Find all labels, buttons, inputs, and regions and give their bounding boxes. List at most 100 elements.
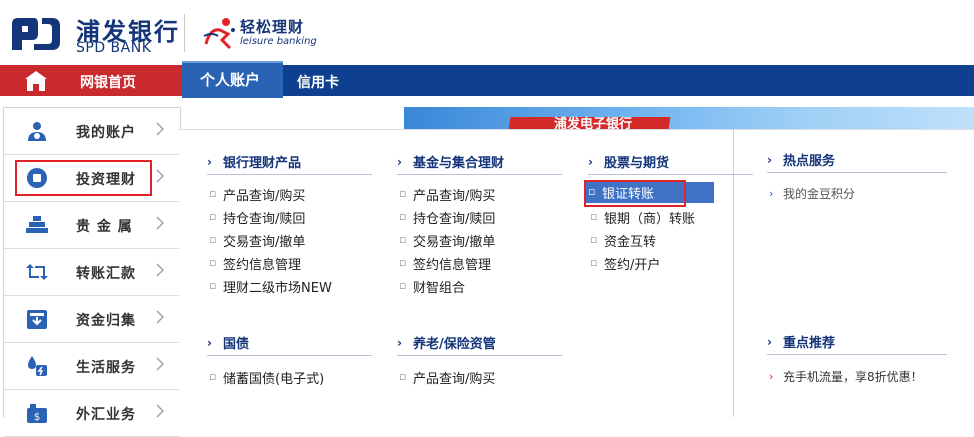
chevron-right-icon: › [767,335,772,349]
chevron-right-icon: › [588,155,593,169]
menu-item-label: 我的金豆积分 [783,187,856,201]
menu-item-bank-wealth-transactions[interactable]: ▫ 交易查询/撤单 [207,230,367,250]
bullet-icon: ▫ [399,370,407,383]
menu-item-fund-transactions[interactable]: ▫ 交易查询/撤单 [397,230,557,250]
bullet-icon: ▫ [399,187,407,200]
menu-item-label: 产品查询/购买 [413,372,496,387]
menu-heading-recommend: › 重点推荐 [767,330,947,355]
menu-item-label: 签约信息管理 [223,258,302,273]
home-icon [25,71,47,91]
menu-item-label: 签约/开户 [604,258,661,273]
menu-item-gold-bean-points[interactable]: › 我的金豆积分 [767,184,947,204]
chevron-right-icon [156,169,164,183]
header: 浦发银行 SPD BANK 轻松理财 leisure banking [0,0,974,65]
nav-personal-account-tab[interactable]: 个人账户 [182,61,283,98]
bank-name-en: SPD BANK [76,40,152,56]
menu-item-label: 产品查询/购买 [223,189,306,204]
header-divider [184,14,185,52]
bullet-icon: ▫ [399,279,407,292]
chevron-right-icon [156,404,164,418]
menu-item-fund-portfolio[interactable]: ▫ 财智组合 [397,276,557,296]
menu-item-label: 交易查询/撤单 [413,235,496,250]
sidebar-item-label: 贵 金 属 [76,219,133,235]
chevron-right-icon [156,263,164,277]
user-icon [28,122,46,141]
nav-credit-card-tab[interactable]: 信用卡 [297,72,339,92]
menu-item-bank-wealth-secondary-market[interactable]: ▫ 理财二级市场NEW [207,276,367,296]
sidebar-item-precious-metals[interactable]: 贵 金 属 [4,202,180,249]
bullet-icon: ▫ [209,233,217,246]
menu-item-label: 银期（商）转账 [604,212,696,227]
chevron-right-icon [156,122,164,136]
chevron-right-icon [156,216,164,230]
main-nav: 网银首页 个人账户 信用卡 [0,61,974,98]
svg-text:$: $ [34,412,40,423]
chevron-right-icon: › [397,336,402,350]
spdb-logo-icon [12,18,60,50]
bullet-icon: ▫ [590,233,598,246]
sidebar-item-my-account[interactable]: 我的账户 [4,108,180,155]
sidebar-item-forex[interactable]: $ 外汇业务 [4,390,180,437]
forex-icon: $ [27,404,47,423]
sidebar-item-fund-collection[interactable]: 资金归集 [4,296,180,343]
menu-item-sign-open-account[interactable]: ▫ 签约/开户 [588,253,748,273]
sidebar-item-transfer[interactable]: 转账汇款 [4,249,180,296]
chevron-right-icon: › [767,153,772,167]
menu-item-savings-bond[interactable]: ▫ 储蓄国债(电子式) [207,367,367,387]
nav-home-label: 网银首页 [80,75,136,91]
nav-home-button[interactable]: 网银首页 [0,65,182,96]
menu-item-mobile-data-promo[interactable]: › 充手机流量，享8折优惠！ [767,367,967,387]
menu-item-fund-sign[interactable]: ▫ 签约信息管理 [397,253,557,273]
menu-item-bank-wealth-query[interactable]: ▫ 产品查询/购买 [207,184,367,204]
menu-heading-label: 养老/保险资管 [413,337,496,352]
sidebar-item-label: 资金归集 [76,313,136,329]
menu-heading-hot: › 热点服务 [767,148,947,173]
menu-item-bank-wealth-holdings[interactable]: ▫ 持仓查询/赎回 [207,207,367,227]
nav-personal-label: 个人账户 [200,71,261,89]
menu-item-bank-wealth-sign[interactable]: ▫ 签约信息管理 [207,253,367,273]
menu-item-label: 持仓查询/赎回 [413,212,496,227]
menu-heading-label: 重点推荐 [783,336,836,351]
bullet-icon: ▫ [209,370,217,383]
menu-heading-stock: › 股票与期货 [588,150,753,175]
menu-heading-label: 股票与期货 [604,156,670,171]
menu-item-label: 交易查询/撤单 [223,235,306,250]
menu-heading-label: 基金与集合理财 [413,156,505,171]
highlight-box-bank-securities-transfer [584,180,686,207]
fund-collect-icon [27,310,47,329]
sidebar-item-label: 生活服务 [76,360,136,376]
sidebar-item-label: 转账汇款 [76,266,136,282]
sidebar-item-life-services[interactable]: 生活服务 [4,343,180,390]
menu-item-pension-query[interactable]: ▫ 产品查询/购买 [397,367,557,387]
menu-heading-fund: › 基金与集合理财 [397,150,562,175]
menu-item-label: 产品查询/购买 [413,189,496,204]
menu-heading-bank-wealth: › 银行理财产品 [207,150,372,175]
menu-item-fund-holdings[interactable]: ▫ 持仓查询/赎回 [397,207,557,227]
menu-item-label: 持仓查询/赎回 [223,212,306,227]
bullet-icon: ▫ [209,210,217,223]
menu-item-label: 签约信息管理 [413,258,492,273]
sidebar-item-label: 我的账户 [76,125,136,141]
menu-heading-label: 银行理财产品 [223,156,302,171]
menu-item-label: 财智组合 [413,281,466,296]
menu-heading-bond: › 国债 [207,331,372,356]
menu-item-label: 理财二级市场NEW [223,281,332,296]
sidebar-item-label: 外汇业务 [76,407,136,423]
menu-heading-label: 国债 [223,337,250,352]
sidebar: 我的账户 投资理财 贵 金 属 转账汇款 资金归集 生活服务 $ 外汇业务 [3,107,181,437]
menu-item-fund-exchange[interactable]: ▫ 资金互转 [588,230,748,250]
gold-bars-icon [26,216,48,233]
life-service-icon [28,356,47,376]
menu-item-bank-futures-transfer[interactable]: ▫ 银期（商）转账 [588,207,748,227]
promo-banner[interactable]: 浦发电子银行 [404,107,974,129]
bullet-icon: ▫ [399,233,407,246]
menu-item-label: 储蓄国债(电子式) [223,372,325,387]
chevron-right-icon: › [397,155,402,169]
menu-item-fund-query[interactable]: ▫ 产品查询/购买 [397,184,557,204]
bullet-icon: ▫ [209,187,217,200]
menu-heading-pension: › 养老/保险资管 [397,331,562,356]
leisure-banking-logo-icon [203,18,235,50]
leisure-banking-en: leisure banking [240,36,317,47]
menu-item-label: 资金互转 [604,235,657,250]
menu-heading-label: 热点服务 [783,154,836,169]
